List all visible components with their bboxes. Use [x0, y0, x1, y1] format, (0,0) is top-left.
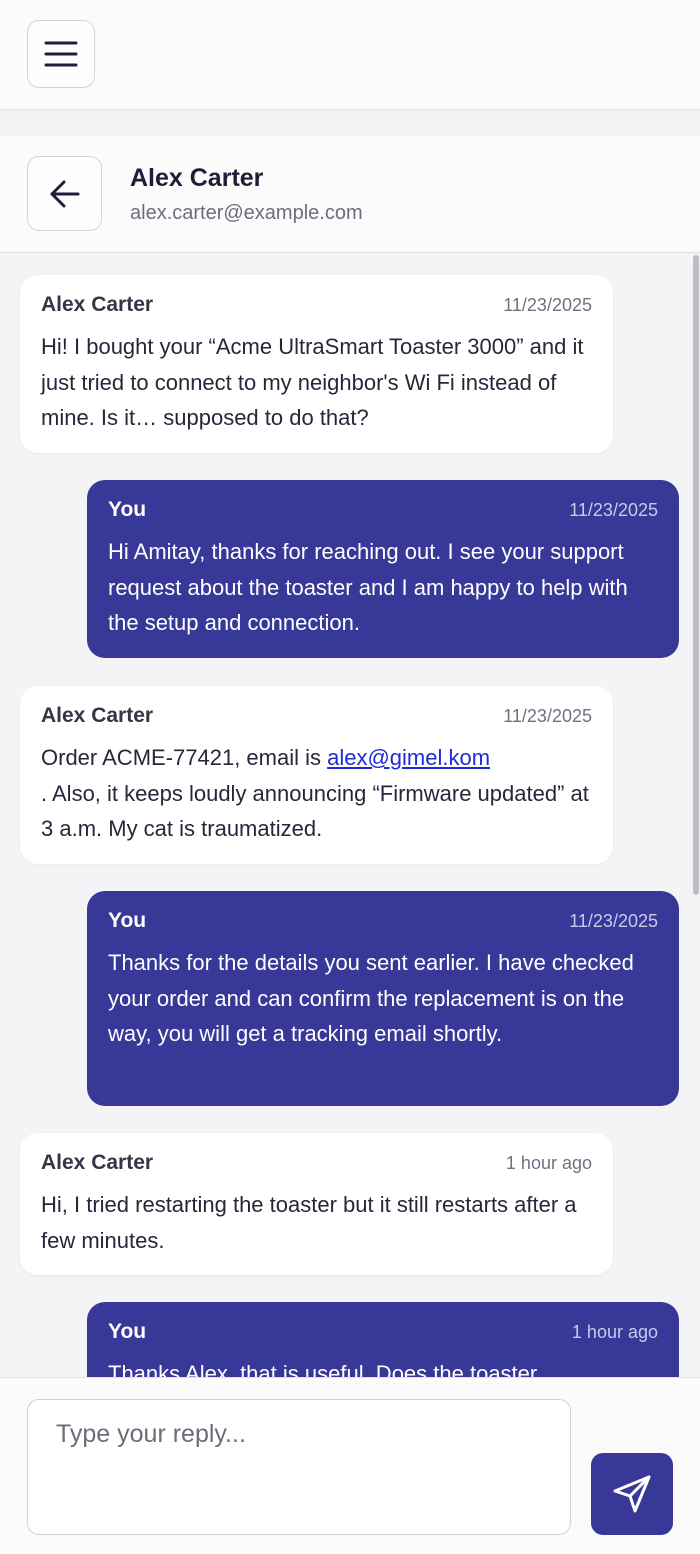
- message-outgoing: You 11/23/2025 Hi Amitay, thanks for rea…: [87, 480, 679, 658]
- message-text: Order ACME-77421, email is alex@gimel.ko…: [41, 740, 592, 847]
- message-time: 11/23/2025: [503, 705, 592, 726]
- message-sender: Alex Carter: [41, 1151, 154, 1174]
- thread-scrollbar[interactable]: [693, 255, 699, 895]
- spacer: [0, 110, 700, 136]
- send-button[interactable]: [591, 1453, 673, 1535]
- contact-name: Alex Carter: [130, 164, 264, 192]
- message-time: 1 hour ago: [571, 1321, 658, 1342]
- conversation-header: Alex Carter alex.carter@example.com: [0, 136, 700, 253]
- message-incoming: Alex Carter 1 hour ago Hi, I tried resta…: [20, 1133, 613, 1275]
- message-outgoing: You 1 hour ago Thanks Alex, that is usef…: [87, 1302, 679, 1377]
- message-text: Hi! I bought your “Acme UltraSmart Toast…: [41, 334, 584, 430]
- arrow-left-icon: [50, 180, 79, 207]
- message-text: Thanks Alex, that is useful. Does the to…: [108, 1361, 538, 1377]
- message-incoming: Alex Carter 11/23/2025 Order ACME-77421,…: [20, 686, 613, 864]
- message-text-part: . Also, it keeps loudly announcing “Firm…: [41, 780, 589, 842]
- message-text: Thanks for the details you sent earlier.…: [108, 950, 634, 1046]
- message-time: 11/23/2025: [569, 910, 658, 931]
- message-sender: You: [108, 1320, 147, 1343]
- reply-input[interactable]: [27, 1399, 571, 1535]
- message-text: Hi Amitay, thanks for reaching out. I se…: [108, 539, 628, 635]
- menu-button[interactable]: [27, 20, 95, 88]
- top-bar: [0, 0, 700, 110]
- message-text: Hi, I tried restarting the toaster but i…: [41, 1192, 577, 1253]
- message-time: 11/23/2025: [503, 294, 592, 315]
- message-sender: Alex Carter: [41, 293, 154, 316]
- message-sender: You: [108, 498, 147, 521]
- message-time: 1 hour ago: [505, 1152, 592, 1173]
- send-paper-plane-icon: [613, 1475, 651, 1513]
- reply-composer: [0, 1377, 700, 1554]
- message-sender: You: [108, 909, 147, 932]
- hamburger-menu-icon: [44, 41, 78, 67]
- message-thread[interactable]: Alex Carter 11/23/2025 Hi! I bought your…: [0, 253, 700, 1377]
- message-sender: Alex Carter: [41, 704, 154, 727]
- message-incoming: Alex Carter 11/23/2025 Hi! I bought your…: [20, 275, 613, 453]
- contact-email: alex.carter@example.com: [130, 202, 363, 224]
- message-text-part: Order ACME-77421, email is: [41, 745, 328, 770]
- message-time: 11/23/2025: [569, 499, 658, 520]
- back-button[interactable]: [27, 156, 102, 231]
- message-outgoing: You 11/23/2025 Thanks for the details yo…: [87, 891, 679, 1106]
- email-link[interactable]: alex@gimel.kom: [327, 745, 490, 770]
